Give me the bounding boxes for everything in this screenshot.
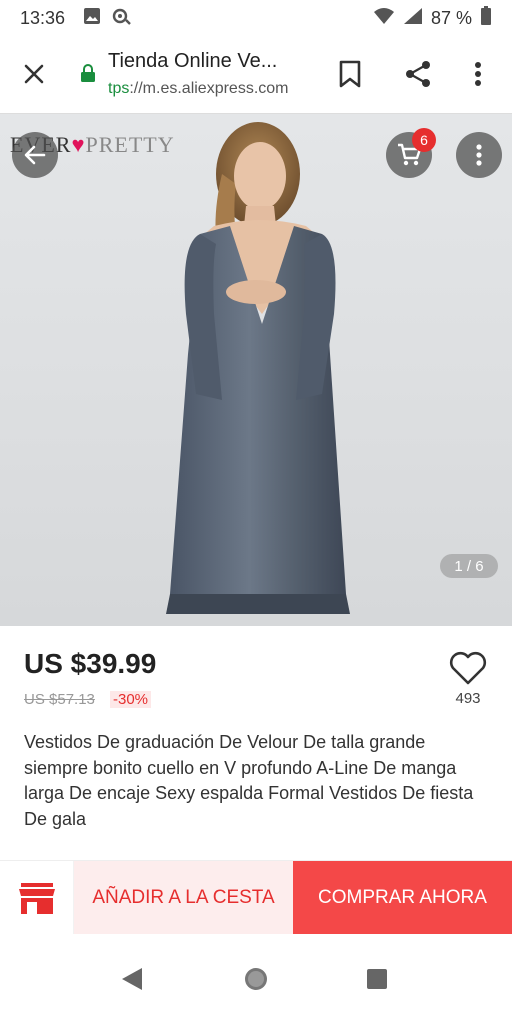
- system-nav-bar: [0, 934, 512, 1024]
- more-options-button[interactable]: [456, 132, 502, 178]
- signal-icon: [403, 7, 423, 30]
- bookmark-button[interactable]: [336, 58, 364, 90]
- nav-home-icon: [245, 968, 267, 990]
- url-scheme: tps: [108, 80, 130, 97]
- add-to-cart-button[interactable]: AÑADIR A LA CESTA: [74, 861, 293, 935]
- lock-icon: [80, 64, 96, 82]
- arrow-back-icon: [24, 145, 46, 165]
- store-icon: [18, 883, 55, 914]
- image-icon: [83, 7, 101, 30]
- bookmark-icon: [339, 60, 361, 88]
- page-url[interactable]: tps://m.es.aliexpress.com: [108, 80, 289, 98]
- more-vert-icon: [476, 144, 482, 166]
- nav-back-icon: [122, 968, 142, 990]
- discount-badge: -30%: [110, 691, 152, 708]
- browser-menu-button[interactable]: [466, 58, 490, 90]
- sync-icon: [111, 7, 131, 30]
- status-time: 13:36: [20, 7, 66, 28]
- wishlist-count: 493: [455, 690, 481, 707]
- status-bar: 13:36 87 %: [0, 0, 512, 36]
- nav-recent-icon: [367, 969, 387, 989]
- heart-logo-icon: ♥: [71, 132, 86, 157]
- product-photo: [166, 122, 350, 614]
- page-title[interactable]: Tienda Online Ve...: [108, 50, 308, 73]
- heart-icon: [449, 651, 487, 685]
- share-icon: [406, 61, 430, 87]
- nav-back-button[interactable]: [120, 966, 144, 992]
- nav-recent-button[interactable]: [366, 968, 388, 990]
- close-icon: [24, 64, 44, 84]
- brand-logo-pretty: PRETTY: [85, 132, 175, 157]
- product-info: US $39.99 US $57.13 -30% 493 Vestidos De…: [0, 626, 512, 860]
- close-button[interactable]: [18, 58, 50, 90]
- back-button[interactable]: [12, 132, 58, 178]
- purchase-action-bar: AÑADIR A LA CESTA COMPRAR AHORA: [0, 860, 512, 935]
- more-vert-icon: [475, 62, 481, 86]
- cart-count-badge: 6: [412, 128, 436, 152]
- share-button[interactable]: [402, 58, 434, 90]
- image-counter: 1 / 6: [440, 554, 498, 578]
- wishlist-button[interactable]: [448, 650, 488, 686]
- url-host: ://m.es.aliexpress.com: [129, 80, 289, 97]
- original-price: US $57.13: [24, 691, 95, 708]
- battery-icon: [480, 5, 492, 31]
- nav-home-button[interactable]: [243, 966, 269, 992]
- battery-percent: 87 %: [430, 7, 472, 28]
- store-button[interactable]: [0, 861, 74, 935]
- wifi-icon: [373, 7, 395, 30]
- product-price: US $39.99: [24, 648, 157, 679]
- buy-now-button[interactable]: COMPRAR AHORA: [293, 861, 512, 935]
- product-image-gallery[interactable]: EVER♥PRETTY 6 1 / 6: [0, 114, 512, 626]
- browser-toolbar: Tienda Online Ve... tps://m.es.aliexpres…: [0, 36, 512, 114]
- product-title: Vestidos De graduación De Velour De tall…: [24, 732, 474, 829]
